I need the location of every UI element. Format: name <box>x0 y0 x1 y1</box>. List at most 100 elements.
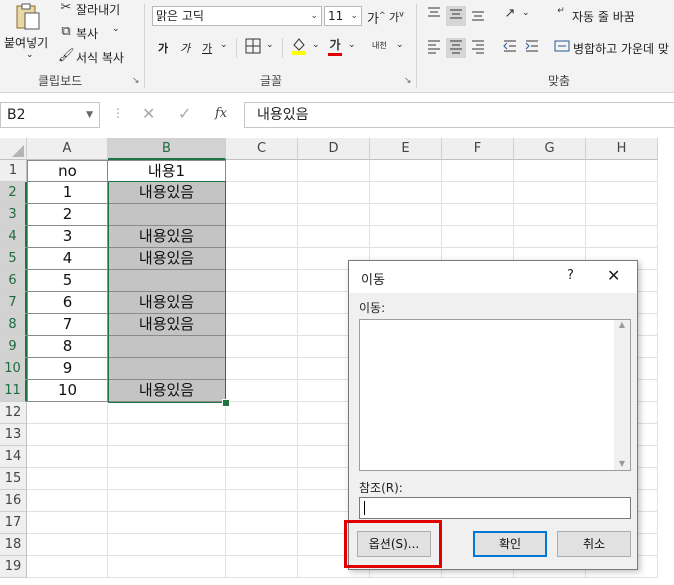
column-header-e[interactable]: E <box>370 138 442 160</box>
cell-c7[interactable] <box>226 292 298 314</box>
fill-handle[interactable] <box>222 399 230 407</box>
cell-h3[interactable] <box>586 204 658 226</box>
cell-b1[interactable]: 내용1 <box>108 160 226 182</box>
options-button[interactable]: 옵션(S)... <box>357 531 431 557</box>
bold-button[interactable]: 가 <box>158 40 168 56</box>
cut-button[interactable]: 잘라내기 <box>76 1 120 18</box>
cell-h4[interactable] <box>586 226 658 248</box>
phonetic-button[interactable]: 내천 <box>372 40 387 51</box>
row-header-7[interactable]: 7 <box>0 292 27 314</box>
shrink-font-button[interactable]: 가v <box>389 9 404 25</box>
orientation-icon[interactable]: ↗ <box>500 6 520 21</box>
cell-a7[interactable]: 6 <box>27 292 108 314</box>
align-middle-icon[interactable] <box>446 6 466 26</box>
paste-button[interactable]: 붙여넣기 <box>4 34 48 51</box>
row-header-18[interactable]: 18 <box>0 534 27 556</box>
cell-c10[interactable] <box>226 358 298 380</box>
scroll-up-icon[interactable]: ▲ <box>614 320 630 329</box>
fill-color-dropdown-icon[interactable]: ⌄ <box>312 40 320 50</box>
font-color-dropdown-icon[interactable]: ⌄ <box>348 40 356 50</box>
cell-a10[interactable]: 9 <box>27 358 108 380</box>
increase-indent-icon[interactable] <box>522 38 542 58</box>
cell-f2[interactable] <box>442 182 514 204</box>
decrease-indent-icon[interactable] <box>500 38 520 58</box>
format-painter-button[interactable]: 서식 복사 <box>76 49 124 66</box>
close-icon[interactable]: ✕ <box>607 266 620 285</box>
cell-b14[interactable] <box>108 446 226 468</box>
cell-e2[interactable] <box>370 182 442 204</box>
name-box[interactable]: B2 ▼ <box>0 102 100 128</box>
cell-a3[interactable]: 2 <box>27 204 108 226</box>
select-all-corner[interactable] <box>0 138 27 160</box>
cell-c2[interactable] <box>226 182 298 204</box>
column-header-g[interactable]: G <box>514 138 586 160</box>
row-header-5[interactable]: 5 <box>0 248 27 270</box>
cell-c11[interactable] <box>226 380 298 402</box>
cell-a18[interactable] <box>27 534 108 556</box>
cell-b11[interactable]: 내용있음 <box>108 380 226 402</box>
cell-c12[interactable] <box>226 402 298 424</box>
cell-d3[interactable] <box>298 204 370 226</box>
align-center-icon[interactable] <box>446 38 466 58</box>
cell-b17[interactable] <box>108 512 226 534</box>
cell-g4[interactable] <box>514 226 586 248</box>
cell-d4[interactable] <box>298 226 370 248</box>
row-header-2[interactable]: 2 <box>0 182 27 204</box>
confirm-entry-icon[interactable]: ✓ <box>178 104 191 123</box>
cell-a19[interactable] <box>27 556 108 578</box>
row-header-8[interactable]: 8 <box>0 314 27 336</box>
fill-color-icon[interactable] <box>290 36 308 60</box>
cell-a14[interactable] <box>27 446 108 468</box>
cell-b5[interactable]: 내용있음 <box>108 248 226 270</box>
align-bottom-icon[interactable] <box>468 6 488 26</box>
column-header-a[interactable]: A <box>27 138 108 160</box>
scissors-icon[interactable]: ✂ <box>58 0 74 15</box>
column-header-c[interactable]: C <box>226 138 298 160</box>
column-header-f[interactable]: F <box>442 138 514 160</box>
cell-d1[interactable] <box>298 160 370 182</box>
wrap-text-icon[interactable]: ↵ <box>554 6 568 16</box>
cell-a16[interactable] <box>27 490 108 512</box>
merge-center-button[interactable]: 병합하고 가운데 맞 <box>573 40 669 57</box>
cell-c19[interactable] <box>226 556 298 578</box>
reference-input[interactable] <box>359 497 631 519</box>
border-dropdown-icon[interactable]: ⌄ <box>266 40 274 50</box>
font-color-button[interactable]: 가 <box>326 36 344 56</box>
clipboard-launcher-icon[interactable]: ↘ <box>132 76 140 86</box>
scrollbar[interactable]: ▲ ▼ <box>614 320 630 470</box>
cell-a6[interactable]: 5 <box>27 270 108 292</box>
cell-b3[interactable] <box>108 204 226 226</box>
row-header-16[interactable]: 16 <box>0 490 27 512</box>
cell-c6[interactable] <box>226 270 298 292</box>
cell-c1[interactable] <box>226 160 298 182</box>
cell-a17[interactable] <box>27 512 108 534</box>
underline-button[interactable]: 가 <box>202 40 212 56</box>
cell-a11[interactable]: 10 <box>27 380 108 402</box>
cell-c16[interactable] <box>226 490 298 512</box>
row-header-4[interactable]: 4 <box>0 226 27 248</box>
paste-icon[interactable] <box>12 2 42 32</box>
align-top-icon[interactable] <box>424 6 444 26</box>
cell-b13[interactable] <box>108 424 226 446</box>
font-name-combo[interactable]: 맑은 고딕 ⌄ <box>152 6 322 26</box>
cell-c13[interactable] <box>226 424 298 446</box>
cell-c3[interactable] <box>226 204 298 226</box>
cell-b7[interactable]: 내용있음 <box>108 292 226 314</box>
row-header-12[interactable]: 12 <box>0 402 27 424</box>
italic-button[interactable]: 가 <box>180 40 190 56</box>
copy-dropdown-icon[interactable]: ⌄ <box>112 24 120 34</box>
help-button[interactable]: ? <box>567 268 574 283</box>
format-painter-icon[interactable]: 🖌 <box>58 48 75 63</box>
border-icon[interactable] <box>244 38 262 58</box>
row-header-17[interactable]: 17 <box>0 512 27 534</box>
row-header-14[interactable]: 14 <box>0 446 27 468</box>
cell-g3[interactable] <box>514 204 586 226</box>
copy-icon[interactable]: ⧉ <box>58 24 74 39</box>
cell-b6[interactable] <box>108 270 226 292</box>
cell-d2[interactable] <box>298 182 370 204</box>
goto-listbox[interactable]: ▲ ▼ <box>359 319 631 471</box>
paste-dropdown-icon[interactable]: ⌄ <box>26 50 34 60</box>
cell-f4[interactable] <box>442 226 514 248</box>
cell-f1[interactable] <box>442 160 514 182</box>
wrap-text-button[interactable]: 자동 줄 바꿈 <box>572 8 635 25</box>
